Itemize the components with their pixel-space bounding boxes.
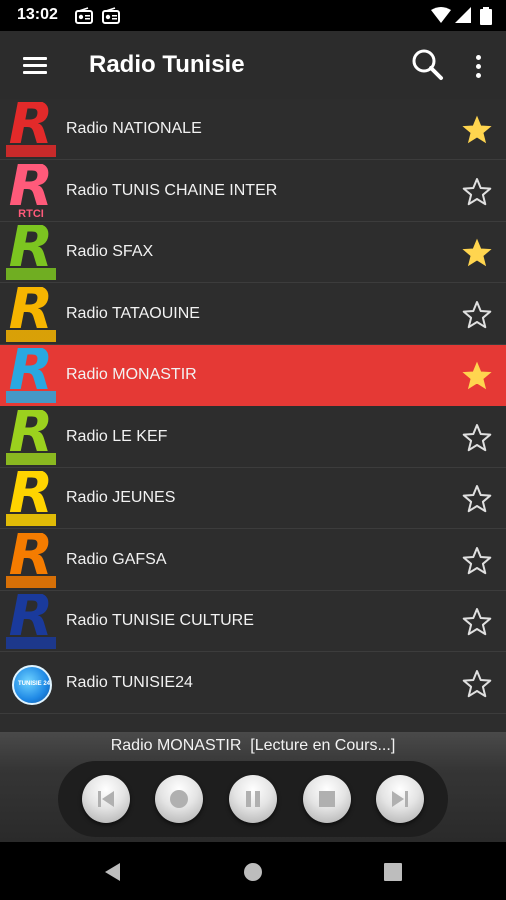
menu-icon: [23, 57, 47, 60]
station-name: Radio MONASTIR: [66, 366, 197, 383]
star-outline-icon[interactable]: [461, 545, 493, 577]
station-row[interactable]: R Radio TATAOUINE: [0, 283, 506, 345]
station-logo-caption: [3, 268, 59, 280]
record-button[interactable]: [155, 775, 203, 823]
station-name: Radio JEUNES: [66, 489, 176, 506]
home-icon: [244, 863, 262, 881]
recents-icon: [384, 863, 402, 881]
station-logo-caption: TUNISIE 24: [18, 680, 51, 687]
station-name: Radio TUNISIE24: [66, 673, 193, 691]
star-filled-icon[interactable]: [461, 360, 493, 392]
station-name: Radio TUNISIE CULTURE: [66, 612, 254, 629]
star-outline-icon[interactable]: [461, 422, 493, 454]
star-filled-icon[interactable]: [461, 237, 493, 269]
next-button[interactable]: [376, 775, 424, 823]
station-logo-caption: [3, 575, 59, 588]
station-row[interactable]: R Radio LE KEF: [0, 406, 506, 468]
station-logo-circle: TUNISIE 24: [12, 664, 52, 705]
station-row[interactable]: R RTCI Radio TUNIS CHAINE INTER: [0, 160, 506, 222]
station-row[interactable]: R Radio NATIONALE: [0, 99, 506, 160]
more-vert-icon-dot: [476, 64, 481, 69]
station-logo: R: [3, 102, 59, 158]
radio-icon: [75, 7, 93, 29]
record-icon: [170, 790, 188, 808]
skip-next-icon: [392, 791, 408, 807]
wifi-icon: [431, 7, 451, 29]
station-name: Radio NATIONALE: [66, 120, 202, 137]
station-logo: R: [3, 410, 59, 466]
station-row[interactable]: R Radio MONASTIR: [0, 345, 506, 406]
menu-icon-bar: [23, 64, 47, 67]
station-logo: R RTCI: [3, 164, 59, 220]
station-logo-caption: [3, 145, 59, 157]
station-name: Radio LE KEF: [66, 427, 168, 445]
more-options-button[interactable]: [465, 49, 493, 85]
station-row[interactable]: R Radio JEUNES: [0, 468, 506, 529]
app-title: Radio Tunisie: [89, 51, 245, 78]
star-outline-icon[interactable]: [461, 176, 493, 208]
search-button[interactable]: [408, 46, 448, 86]
station-list[interactable]: R Radio NATIONALE R RTCI Radio TUNIS CHAINE …: [0, 99, 506, 732]
pause-icon: [246, 791, 260, 807]
status-bar: 13:02: [0, 0, 506, 31]
status-time: 13:02: [17, 6, 58, 23]
station-row[interactable]: R Radio TUNISIE CULTURE: [0, 591, 506, 652]
station-logo: R: [3, 225, 59, 281]
station-logo: R: [3, 348, 59, 404]
battery-icon: [480, 7, 492, 30]
player-panel: Radio MONASTIR [Lecture en Cours...]: [0, 732, 506, 842]
station-name: Radio GAFSA: [66, 550, 167, 568]
station-name: Radio SFAX: [66, 243, 154, 260]
star-filled-icon[interactable]: [461, 114, 493, 146]
more-vert-icon-dot: [476, 73, 481, 78]
station-logo: R: [3, 594, 59, 650]
home-button[interactable]: [242, 861, 264, 883]
station-row-partial[interactable]: [0, 714, 506, 732]
navigation-bar: [0, 842, 506, 900]
station-logo: TUNISIE 24: [3, 656, 59, 712]
station-logo-caption: [3, 329, 59, 342]
back-button[interactable]: [102, 861, 124, 883]
previous-button[interactable]: [82, 775, 130, 823]
more-vert-icon: [476, 55, 481, 60]
star-outline-icon[interactable]: [461, 606, 493, 638]
star-outline-icon[interactable]: [461, 668, 493, 700]
station-logo-letter: R: [8, 163, 54, 219]
station-logo: R: [3, 471, 59, 527]
station-logo-caption: [3, 637, 59, 649]
station-logo: R: [3, 533, 59, 589]
stop-button[interactable]: [303, 775, 351, 823]
skip-previous-icon: [98, 791, 114, 807]
player-controls: [58, 761, 448, 837]
radio-icon: [102, 7, 120, 29]
station-row[interactable]: R Radio GAFSA: [0, 529, 506, 591]
now-playing-label: Radio MONASTIR [Lecture en Cours...]: [110, 737, 396, 754]
station-logo-caption: [3, 391, 59, 403]
stop-icon: [319, 791, 335, 807]
station-row[interactable]: R Radio SFAX: [0, 222, 506, 283]
menu-button[interactable]: [18, 51, 52, 81]
signal-icon: [455, 7, 472, 29]
station-logo-caption: RTCI: [18, 207, 44, 220]
pause-button[interactable]: [229, 775, 277, 823]
app-bar: Radio Tunisie: [0, 31, 506, 99]
search-icon: [412, 49, 443, 80]
station-logo-caption: [3, 452, 59, 465]
star-outline-icon[interactable]: [461, 483, 493, 515]
station-logo: R: [3, 287, 59, 343]
recents-button[interactable]: [382, 861, 404, 883]
station-name: Radio TUNIS CHAINE INTER: [66, 181, 278, 199]
menu-icon-bar: [23, 71, 47, 74]
back-icon: [105, 863, 120, 881]
station-row[interactable]: TUNISIE 24 Radio TUNISIE24: [0, 652, 506, 714]
star-outline-icon[interactable]: [461, 299, 493, 331]
station-logo-caption: [3, 514, 59, 526]
station-name: Radio TATAOUINE: [66, 304, 200, 322]
